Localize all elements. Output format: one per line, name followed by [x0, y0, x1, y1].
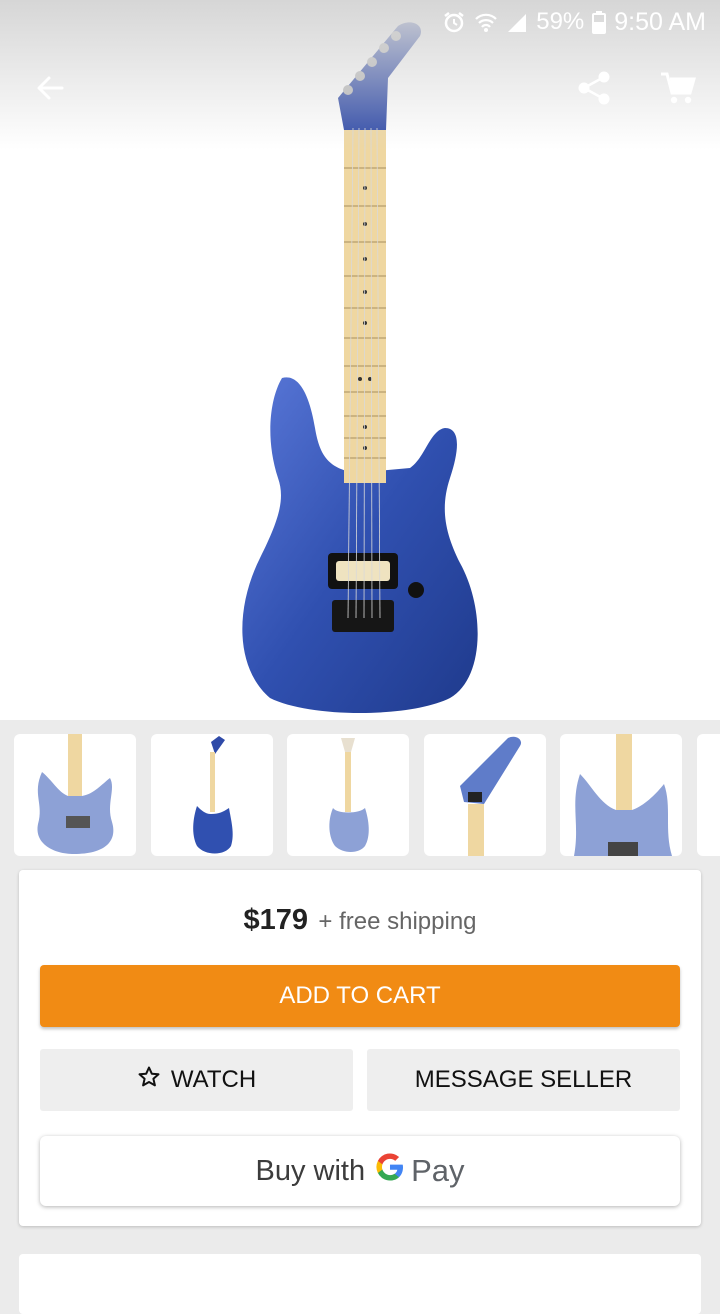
- thumbnail-image: [193, 736, 233, 854]
- shipping-info: + free shipping: [318, 908, 477, 935]
- pay-label: Pay: [411, 1153, 465, 1188]
- message-seller-label: MESSAGE SELLER: [414, 1066, 633, 1093]
- message-seller-button[interactable]: MESSAGE SELLER: [367, 1049, 680, 1111]
- watch-label: WATCH: [170, 1066, 257, 1093]
- google-g-icon: [375, 1152, 405, 1190]
- thumbnail-4[interactable]: [424, 734, 546, 856]
- next-section-card: [19, 1254, 701, 1314]
- arrow-back-icon: [35, 73, 65, 108]
- product-image-area[interactable]: 59% 9:50 AM: [0, 0, 720, 720]
- add-to-cart-button[interactable]: ADD TO CART: [40, 965, 680, 1027]
- thumbnail-2[interactable]: [151, 734, 273, 856]
- google-pay-button[interactable]: Buy with Pay: [40, 1136, 680, 1206]
- cart-button[interactable]: [648, 60, 708, 120]
- cart-icon: [660, 71, 696, 110]
- thumbnail-image: [37, 734, 114, 854]
- battery-percentage: 59%: [536, 8, 585, 35]
- thumbnail-3[interactable]: [287, 734, 409, 856]
- star-icon: [137, 1065, 161, 1096]
- battery-icon: [592, 10, 607, 34]
- alarm-icon: [442, 10, 466, 34]
- price-row: $179 + free shipping: [19, 904, 701, 937]
- thumbnail-image: [460, 736, 522, 856]
- status-bar: 59% 9:50 AM: [442, 0, 706, 44]
- thumbnail-5[interactable]: [560, 734, 682, 856]
- thumbnail-strip[interactable]: [0, 720, 720, 870]
- thumbnail-1[interactable]: [14, 734, 136, 856]
- share-button[interactable]: [564, 60, 624, 120]
- thumbnail-image: [329, 738, 369, 852]
- clock: 9:50 AM: [614, 7, 706, 36]
- signal-icon: [506, 11, 528, 33]
- wifi-icon: [474, 11, 498, 33]
- purchase-card: $179 + free shipping ADD TO CART WATCH M…: [19, 870, 701, 1226]
- thumbnail-6[interactable]: [697, 734, 720, 856]
- back-button[interactable]: [20, 60, 80, 120]
- add-to-cart-label: ADD TO CART: [279, 982, 441, 1009]
- share-icon: [577, 70, 611, 111]
- watch-button[interactable]: WATCH: [40, 1049, 353, 1111]
- thumbnail-image: [574, 734, 672, 856]
- price: $179: [243, 904, 308, 936]
- buy-with-label: Buy with: [255, 1154, 366, 1187]
